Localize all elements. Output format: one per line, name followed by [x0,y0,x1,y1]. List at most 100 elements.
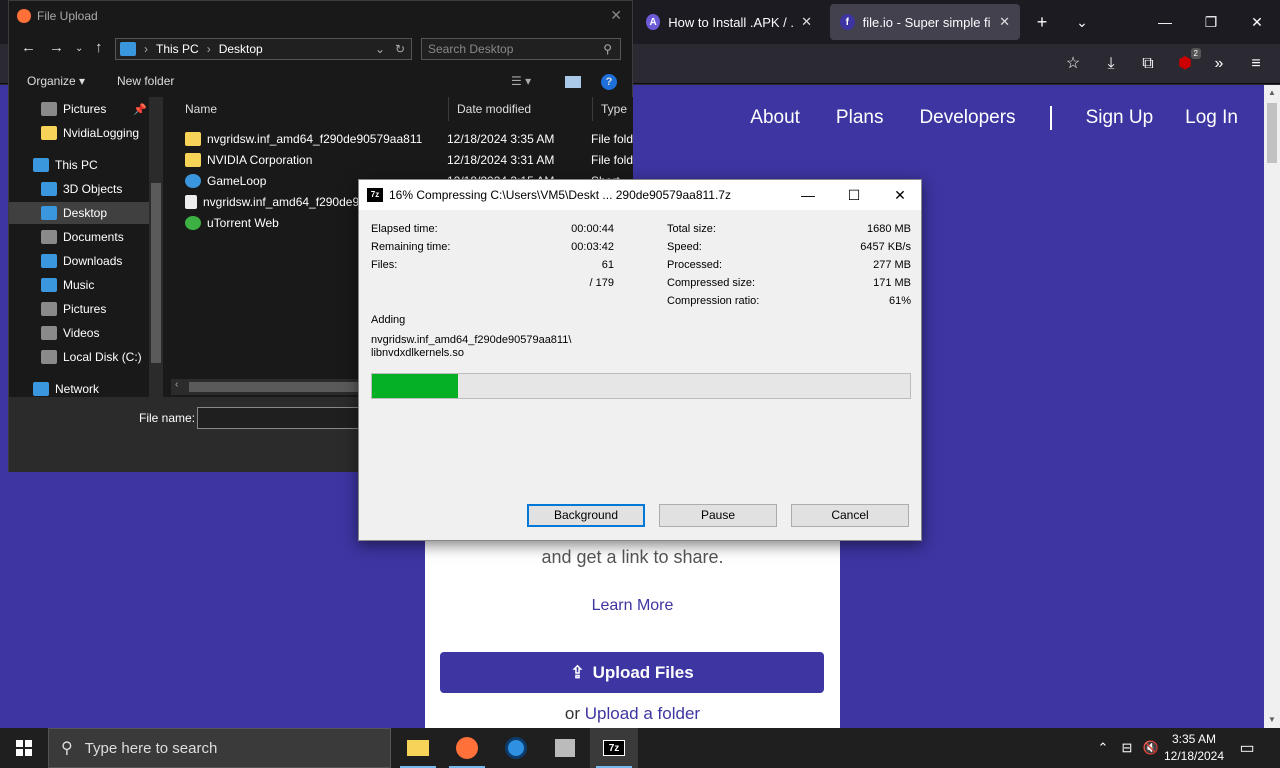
scroll-down-icon[interactable]: ▼ [1264,712,1280,728]
address-dropdown-icon[interactable]: ⌄ [375,42,385,56]
extensions-icon[interactable]: ⧉ [1136,52,1160,76]
sidebar-item-downloads[interactable]: Downloads [9,250,149,272]
files-total-value: / 179 [589,277,614,289]
file-row[interactable]: nvgridsw.inf_amd64_f290de90579aa811 12/1… [185,129,645,149]
upload-files-label: Upload Files [592,662,694,682]
start-button[interactable] [0,728,48,768]
sidebar-item-label: 3D Objects [63,182,123,196]
breadcrumb-desktop[interactable]: Desktop [219,42,263,56]
sidebar-item-documents[interactable]: Documents [9,226,149,248]
app-icon[interactable] [492,728,540,768]
new-folder-button[interactable]: New folder [117,74,174,88]
page-scrollbar[interactable]: ▲ ▼ [1264,85,1280,728]
progress-fill [372,374,459,398]
minimize-button[interactable]: — [785,180,831,210]
up-arrow-icon[interactable]: ↑ [95,39,103,56]
site-nav: About Plans Developers Sign Up Log In [750,103,1264,133]
restore-button[interactable]: ❐ [1188,0,1234,44]
upload-folder-link[interactable]: Upload a folder [585,704,700,723]
forward-arrow-icon[interactable]: → [49,39,64,56]
view-options-icon[interactable]: ☰ ▾ [511,74,531,88]
background-button[interactable]: Background [527,504,645,527]
cancel-button[interactable]: Cancel [791,504,909,527]
tab-close-icon[interactable]: ✕ [999,14,1010,30]
menu-icon[interactable]: ≡ [1244,52,1268,76]
back-arrow-icon[interactable]: ← [21,39,36,56]
file-type: File fold [591,132,634,146]
breadcrumb-this-pc[interactable]: This PC [156,42,199,56]
address-bar[interactable]: › This PC › Desktop ⌄ ↻ [115,38,412,60]
nav-sign-up[interactable]: Sign Up [1086,107,1154,129]
maximize-button[interactable]: ☐ [831,180,877,210]
pictures-icon [41,302,57,316]
bookmark-star-icon[interactable]: ☆ [1061,52,1085,76]
column-date-modified[interactable]: Date modified [449,97,593,121]
navigation-scrollbar[interactable] [149,97,163,397]
total-size-value: 1680 MB [866,223,911,235]
tab-title: How to Install .APK / .XAPK [668,14,793,30]
overflow-icon[interactable]: » [1207,52,1231,76]
taskbar-clock[interactable]: 3:35 AM 12/18/2024 [1158,731,1230,765]
minimize-button[interactable]: — [1142,0,1188,44]
ublock-icon[interactable]: ⬢ 2 [1173,48,1201,76]
downloads-icon[interactable]: ⤓ [1099,52,1123,76]
taskbar-search-input[interactable]: ⚲ Type here to search [48,728,391,768]
upload-files-button[interactable]: ⇪ Upload Files [440,652,824,693]
pin-icon: 📌 [133,103,147,116]
notifications-icon[interactable]: ▭ [1232,728,1262,768]
tab-list-button[interactable]: ⌄ [1068,8,1096,36]
tab-how-to-install[interactable]: A How to Install .APK / .XAPK ✕ [636,4,822,40]
tab-close-icon[interactable]: ✕ [801,14,812,30]
nav-plans[interactable]: Plans [836,107,884,129]
firefox-icon[interactable] [443,728,491,768]
column-name[interactable]: Name [177,97,449,121]
sidebar-item-pictures[interactable]: Pictures [9,298,149,320]
pause-button[interactable]: Pause [659,504,777,527]
nav-developers[interactable]: Developers [919,107,1015,129]
sidebar-item-label: This PC [55,158,98,172]
sidebar-item-videos[interactable]: Videos [9,322,149,344]
file-upload-titlebar: File Upload ✕ [9,1,632,31]
close-window-button[interactable]: ✕ [1234,0,1280,44]
sidebar-item-desktop[interactable]: Desktop [9,202,149,224]
sidebar-item-label: Pictures [63,302,107,316]
preview-pane-icon[interactable] [565,76,581,88]
column-type[interactable]: Type [593,97,653,121]
close-button[interactable]: ✕ [877,180,923,210]
scroll-thumb[interactable] [1267,103,1277,163]
learn-more-link[interactable]: Learn More [425,597,840,615]
scroll-up-icon[interactable]: ▲ [1264,85,1280,101]
tab-file-io[interactable]: f file.io - Super simple file sharing ✕ [830,4,1020,40]
nav-log-in[interactable]: Log In [1185,107,1238,129]
sevenzip-titlebar: 7z 16% Compressing C:\Users\VM5\Deskt ..… [359,180,921,210]
sidebar-item-pictures-quick[interactable]: Pictures 📌 [9,98,149,120]
scroll-thumb[interactable] [151,183,161,363]
sidebar-item-label: Videos [63,326,100,340]
help-icon[interactable]: ? [601,74,617,90]
new-tab-button[interactable]: + [1028,8,1056,36]
network-status-icon[interactable]: ⊟ [1116,728,1138,768]
sidebar-item-this-pc[interactable]: This PC [9,154,149,176]
file-row[interactable]: NVIDIA Corporation 12/18/2024 3:31 AM Fi… [185,150,645,170]
sidebar-item-nvidialogging[interactable]: NvidiaLogging [9,122,149,144]
sidebar-item-label: Downloads [63,254,123,268]
videos-icon [41,326,57,340]
file-icon [185,195,197,209]
show-hidden-icons-icon[interactable]: ⌃ [1094,728,1112,768]
installer-icon[interactable] [541,728,589,768]
sidebar-item-3d-objects[interactable]: 3D Objects [9,178,149,200]
organize-button[interactable]: Organize ▾ [27,74,85,88]
file-date: 12/18/2024 3:35 AM [447,132,555,146]
recent-chevron-icon[interactable]: ⌄ [75,43,83,54]
search-input[interactable]: Search Desktop ⚲ [421,38,621,60]
close-icon[interactable]: ✕ [610,7,622,24]
desktop-icon [41,206,57,220]
sidebar-item-local-disk[interactable]: Local Disk (C:) [9,346,149,368]
file-explorer-icon[interactable] [394,728,442,768]
nav-about[interactable]: About [750,107,800,129]
refresh-icon[interactable]: ↻ [395,42,405,56]
scroll-left-icon[interactable]: ‹ [175,379,178,390]
sidebar-item-music[interactable]: Music [9,274,149,296]
sevenzip-icon[interactable]: 7z [590,728,638,768]
tab-title: file.io - Super simple file sharing [862,14,991,30]
